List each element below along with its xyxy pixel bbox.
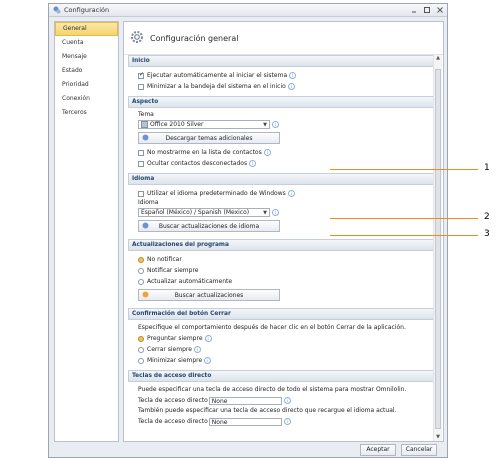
use-windows-language-checkbox[interactable] (138, 190, 144, 197)
maximize-icon[interactable] (423, 7, 430, 14)
callout-number-3: 3 (484, 229, 490, 239)
sidebar-item-conexion[interactable]: Conexión (55, 92, 118, 106)
sidebar-item-general[interactable]: General (55, 22, 118, 36)
gear-icon (130, 30, 144, 46)
section-header-actualizaciones: Actualizaciones del programa (128, 239, 434, 251)
sidebar-item-mensaje[interactable]: Mensaje (55, 50, 118, 64)
info-icon[interactable]: i (289, 72, 297, 79)
hotkey2-description: También puede especificar una tecla de a… (138, 407, 397, 414)
hide-offline-checkbox[interactable] (138, 160, 144, 167)
minimize-tray-checkbox[interactable] (138, 83, 144, 90)
scroll-down-icon[interactable]: ▼ (434, 434, 442, 441)
panel-header: Configuración general (124, 22, 443, 55)
minimize-icon[interactable] (410, 7, 417, 14)
info-icon[interactable]: i (204, 357, 212, 364)
language-select-value: Español (México) / Spanish (Mexico) (141, 209, 250, 216)
section-header-inicio: Inicio (128, 55, 434, 67)
scroll-up-icon[interactable]: ▲ (434, 55, 442, 62)
settings-scroll-area: Inicio Ejecutar automáticamente al inici… (128, 55, 434, 441)
minimize-tray-label: Minimizar a la bandeja del sistema en el… (147, 83, 286, 90)
scrollbar-thumb[interactable] (435, 69, 441, 429)
sidebar-item-cuenta[interactable]: Cuenta (55, 36, 118, 50)
auto-start-checkbox[interactable] (138, 71, 144, 79)
callout-line-1 (330, 169, 478, 170)
sidebar: General Cuenta Mensaje Estado Prioridad … (54, 21, 119, 442)
section-header-cerrar: Confirmación del botón Cerrar (128, 308, 434, 320)
use-windows-language-label: Utilizar el idioma predeterminado de Win… (147, 190, 286, 197)
hide-offline-label: Ocultar contactos desconectados (147, 160, 248, 167)
info-icon[interactable]: i (272, 121, 279, 128)
title-bar: Configuración (49, 4, 447, 17)
info-icon[interactable]: i (272, 209, 279, 216)
info-icon[interactable]: i (283, 397, 291, 404)
ask-always-label: Preguntar siempre (147, 335, 203, 342)
chevron-down-icon: ▼ (263, 121, 267, 128)
auto-start-label: Ejecutar automáticamente al iniciar el s… (147, 72, 288, 79)
sidebar-item-estado[interactable]: Estado (55, 64, 118, 78)
accept-button[interactable]: Aceptar (360, 444, 396, 456)
hotkey2-input[interactable]: None (208, 417, 282, 426)
auto-update-label: Actualizar automáticamente (147, 278, 233, 285)
window-title: Configuración (64, 6, 110, 14)
theme-select[interactable]: Office 2010 Silver ▼ (138, 120, 270, 129)
globe-icon (142, 222, 149, 229)
no-notify-radio[interactable] (138, 256, 144, 263)
callout-line-2 (330, 218, 478, 219)
section-header-aspecto: Aspecto (128, 96, 434, 108)
callout-line-3 (330, 235, 478, 236)
auto-update-radio[interactable] (138, 278, 144, 285)
info-icon[interactable]: i (193, 346, 201, 353)
callout-number-1: 1 (484, 163, 490, 173)
theme-select-value: Office 2010 Silver (150, 121, 204, 128)
theme-swatch-icon (141, 121, 148, 128)
info-icon[interactable]: i (249, 160, 257, 167)
info-icon[interactable]: i (287, 190, 295, 197)
close-icon[interactable] (436, 7, 443, 14)
update-icon (142, 291, 149, 298)
minimize-always-radio[interactable] (138, 357, 144, 364)
notify-always-label: Notificar siempre (147, 267, 199, 274)
chevron-down-icon: ▼ (263, 209, 267, 216)
sidebar-item-prioridad[interactable]: Prioridad (55, 78, 118, 92)
section-header-idioma: Idioma (128, 173, 434, 185)
check-updates-label: Buscar actualizaciones (174, 291, 244, 299)
check-language-updates-label: Buscar actualizaciones de idioma (158, 222, 260, 230)
notify-always-radio[interactable] (138, 267, 144, 274)
hotkey1-input[interactable]: None (208, 396, 282, 405)
vertical-scrollbar[interactable]: ▲ ▼ (433, 55, 442, 441)
hotkey2-label: Tecla de acceso directo (138, 418, 208, 425)
close-always-radio[interactable] (138, 346, 144, 353)
hide-in-contacts-label: No mostrarme en la lista de contactos (147, 149, 262, 156)
close-always-label: Cerrar siempre (147, 346, 192, 353)
settings-panel: Configuración general Inicio Ejecutar au… (123, 21, 444, 442)
sidebar-item-terceros[interactable]: Terceros (55, 106, 118, 120)
idioma-label: Idioma (138, 199, 159, 206)
download-icon (142, 134, 149, 141)
check-language-updates-button[interactable]: Buscar actualizaciones de idioma (138, 220, 280, 232)
language-select[interactable]: Español (México) / Spanish (Mexico) ▼ (138, 208, 270, 217)
info-icon[interactable]: i (287, 83, 295, 90)
settings-window: Configuración General Cuenta Mensaje Est… (48, 3, 448, 458)
info-icon[interactable]: i (283, 418, 291, 425)
info-icon[interactable]: i (263, 149, 271, 156)
tema-label: Tema (138, 111, 154, 118)
hotkey1-description: Puede especificar una tecla de acceso di… (138, 386, 407, 393)
cancel-button[interactable]: Cancelar (401, 444, 437, 456)
callout-number-2: 2 (484, 212, 490, 222)
ask-always-radio[interactable] (138, 335, 144, 342)
minimize-always-label: Minimizar siempre (147, 357, 203, 364)
hide-in-contacts-checkbox[interactable] (138, 149, 144, 156)
download-themes-button[interactable]: Descargar temas adicionales (138, 132, 280, 144)
no-notify-label: No notificar (147, 256, 182, 263)
close-behavior-description: Especifique el comportamiento después de… (138, 324, 406, 331)
app-icon (53, 6, 61, 14)
page-title: Configuración general (150, 33, 239, 43)
check-updates-button[interactable]: Buscar actualizaciones (138, 289, 280, 301)
section-header-teclas: Teclas de acceso directo (128, 370, 434, 382)
download-themes-label: Descargar temas adicionales (165, 134, 253, 142)
info-icon[interactable]: i (204, 335, 212, 342)
hotkey1-label: Tecla de acceso directo (138, 397, 208, 404)
dialog-footer: Aceptar Cancelar (49, 441, 447, 457)
